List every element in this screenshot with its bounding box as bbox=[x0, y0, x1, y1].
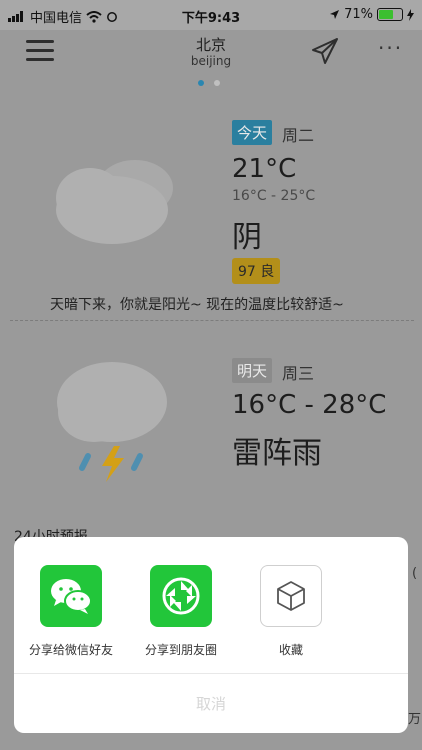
aqi-badge: 97 良 bbox=[232, 258, 281, 284]
hourly-edge-text: ( bbox=[412, 566, 418, 581]
bottom-edge-text: 万 bbox=[408, 712, 422, 727]
today-weekday: 周二 bbox=[282, 126, 315, 145]
share-sheet: 分享给微信好友 分享到朋友圈 收藏 取消 bbox=[14, 537, 408, 733]
more-icon[interactable]: ··· bbox=[378, 36, 403, 60]
share-moments[interactable]: 分享到朋友圈 bbox=[121, 565, 241, 658]
battery-icon bbox=[377, 8, 403, 21]
cube-icon[interactable] bbox=[260, 565, 322, 627]
city-name-en: beijing bbox=[190, 54, 232, 68]
share-wechat-friend[interactable]: 分享给微信好友 bbox=[11, 565, 131, 658]
thunderstorm-icon bbox=[57, 362, 167, 482]
wechat-icon[interactable] bbox=[40, 565, 102, 627]
location-arrow-icon bbox=[330, 10, 340, 19]
city-name: 北京 bbox=[195, 36, 226, 54]
tomorrow-temp-range: 16°C - 28°C bbox=[232, 390, 387, 420]
favorite-item[interactable]: 收藏 bbox=[231, 565, 351, 658]
today-tag: 今天 bbox=[232, 120, 273, 145]
battery-fill bbox=[379, 10, 394, 19]
today-condition: 阴 bbox=[232, 220, 262, 255]
today-tip: 天暗下来，你就是阳光~ 现在的温度比较舒适~ bbox=[50, 297, 344, 313]
share-wechat-friend-label: 分享给微信好友 bbox=[28, 643, 113, 657]
tomorrow-weekday: 周三 bbox=[282, 364, 315, 383]
today-temp-range: 16°C - 25°C bbox=[232, 188, 316, 204]
app-header: 北京 beijing ··· bbox=[0, 30, 422, 92]
status-right: 71% bbox=[329, 7, 414, 22]
page-dot bbox=[214, 80, 220, 86]
today-temp: 21°C bbox=[232, 154, 297, 184]
battery-percent: 71% bbox=[344, 7, 373, 22]
favorite-label: 收藏 bbox=[278, 643, 303, 657]
status-bar: 中国电信 下午9:43 71% bbox=[0, 0, 422, 30]
cloudy-icon bbox=[56, 160, 173, 244]
page-indicator bbox=[198, 80, 220, 86]
moments-icon[interactable] bbox=[150, 565, 212, 627]
share-moments-label: 分享到朋友圈 bbox=[144, 643, 217, 657]
card-divider bbox=[10, 320, 414, 321]
tomorrow-condition: 雷阵雨 bbox=[232, 436, 322, 471]
charging-icon bbox=[407, 8, 414, 21]
share-send-icon[interactable] bbox=[310, 36, 340, 66]
page-dot-active bbox=[198, 80, 204, 86]
today-card: 今天 周二 21°C 16°C - 25°C 阴 97 良 天暗下来，你就是阳光… bbox=[2, 100, 418, 325]
cancel-button[interactable]: 取消 bbox=[14, 693, 408, 714]
tomorrow-card: 明天 周三 16°C - 28°C 雷阵雨 bbox=[2, 340, 418, 510]
sheet-divider bbox=[14, 673, 408, 674]
tomorrow-tag: 明天 bbox=[232, 358, 273, 383]
